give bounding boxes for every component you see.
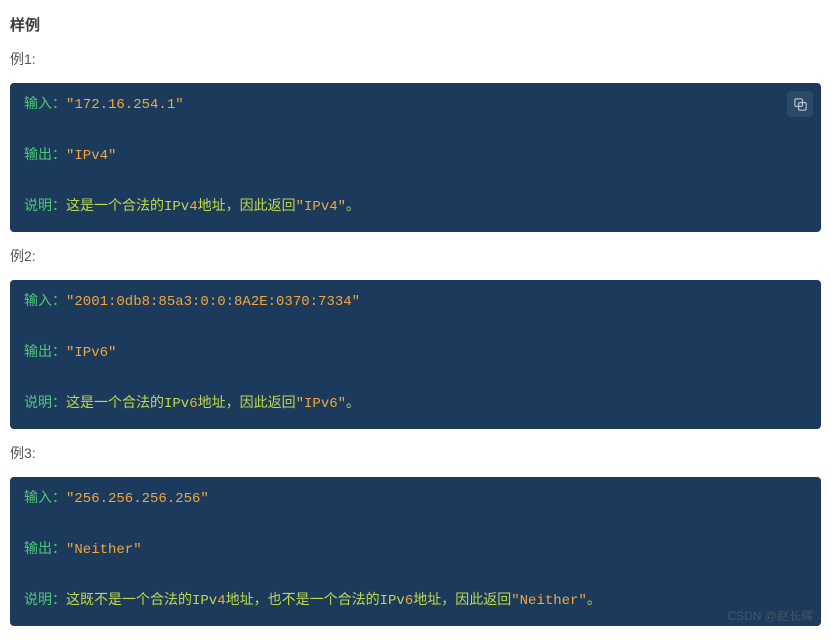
input-label: 输入： <box>24 491 66 507</box>
note-label: 说明： <box>24 396 66 412</box>
output-value: "IPv6" <box>66 345 116 361</box>
input-line: 输入："2001:0db8:85a3:0:0:8A2E:0370:7334" <box>24 292 807 313</box>
note-text: 这是一个合法的IPv <box>66 199 189 215</box>
note-num: 4 <box>189 199 197 215</box>
section-heading: 样例 <box>10 14 821 35</box>
note-text: 这既不是一个合法的IPv <box>66 593 217 609</box>
example-3-code: 输入："256.256.256.256" 输出："Neither" 说明：这既不… <box>10 477 821 626</box>
example-2-label: 例2: <box>10 246 821 266</box>
note-num: 4 <box>217 593 225 609</box>
note-text: 。 <box>587 593 601 609</box>
note-result: "Neither" <box>511 593 587 609</box>
example-3-label: 例3: <box>10 443 821 463</box>
input-line: 输入："256.256.256.256" <box>24 489 807 510</box>
copy-button[interactable] <box>787 91 813 117</box>
output-value: "IPv4" <box>66 148 116 164</box>
note-text: 地址，因此返回 <box>198 199 296 215</box>
input-line: 输入："172.16.254.1" <box>24 95 807 116</box>
note-text: 。 <box>346 396 360 412</box>
output-line: 输出："IPv6" <box>24 343 807 364</box>
note-text: 地址，因此返回 <box>413 593 511 609</box>
example-1-code: 输入："172.16.254.1" 输出："IPv4" 说明：这是一个合法的IP… <box>10 83 821 232</box>
output-line: 输出："Neither" <box>24 540 807 561</box>
note-line: 说明：这是一个合法的IPv4地址，因此返回"IPv4"。 <box>24 197 807 218</box>
note-text: 这是一个合法的IPv <box>66 396 189 412</box>
note-text: 地址，也不是一个合法的IPv <box>226 593 405 609</box>
output-label: 输出： <box>24 148 66 164</box>
note-num: 6 <box>189 396 197 412</box>
note-num: 6 <box>405 593 413 609</box>
note-label: 说明： <box>24 593 66 609</box>
input-label: 输入： <box>24 294 66 310</box>
output-label: 输出： <box>24 345 66 361</box>
note-line: 说明：这既不是一个合法的IPv4地址，也不是一个合法的IPv6地址，因此返回"N… <box>24 591 807 612</box>
input-value: "256.256.256.256" <box>66 491 209 507</box>
note-result: "IPv4" <box>296 199 346 215</box>
note-text: 地址，因此返回 <box>198 396 296 412</box>
input-label: 输入： <box>24 97 66 113</box>
output-label: 输出： <box>24 542 66 558</box>
note-label: 说明： <box>24 199 66 215</box>
input-value: "172.16.254.1" <box>66 97 184 113</box>
watermark: CSDN @赵长辉 <box>727 607 813 624</box>
copy-icon <box>793 97 808 112</box>
input-value: "2001:0db8:85a3:0:0:8A2E:0370:7334" <box>66 294 360 310</box>
example-2-code: 输入："2001:0db8:85a3:0:0:8A2E:0370:7334" 输… <box>10 280 821 429</box>
note-text: 。 <box>346 199 360 215</box>
example-1-label: 例1: <box>10 49 821 69</box>
note-line: 说明：这是一个合法的IPv6地址，因此返回"IPv6"。 <box>24 394 807 415</box>
output-value: "Neither" <box>66 542 142 558</box>
output-line: 输出："IPv4" <box>24 146 807 167</box>
note-result: "IPv6" <box>296 396 346 412</box>
